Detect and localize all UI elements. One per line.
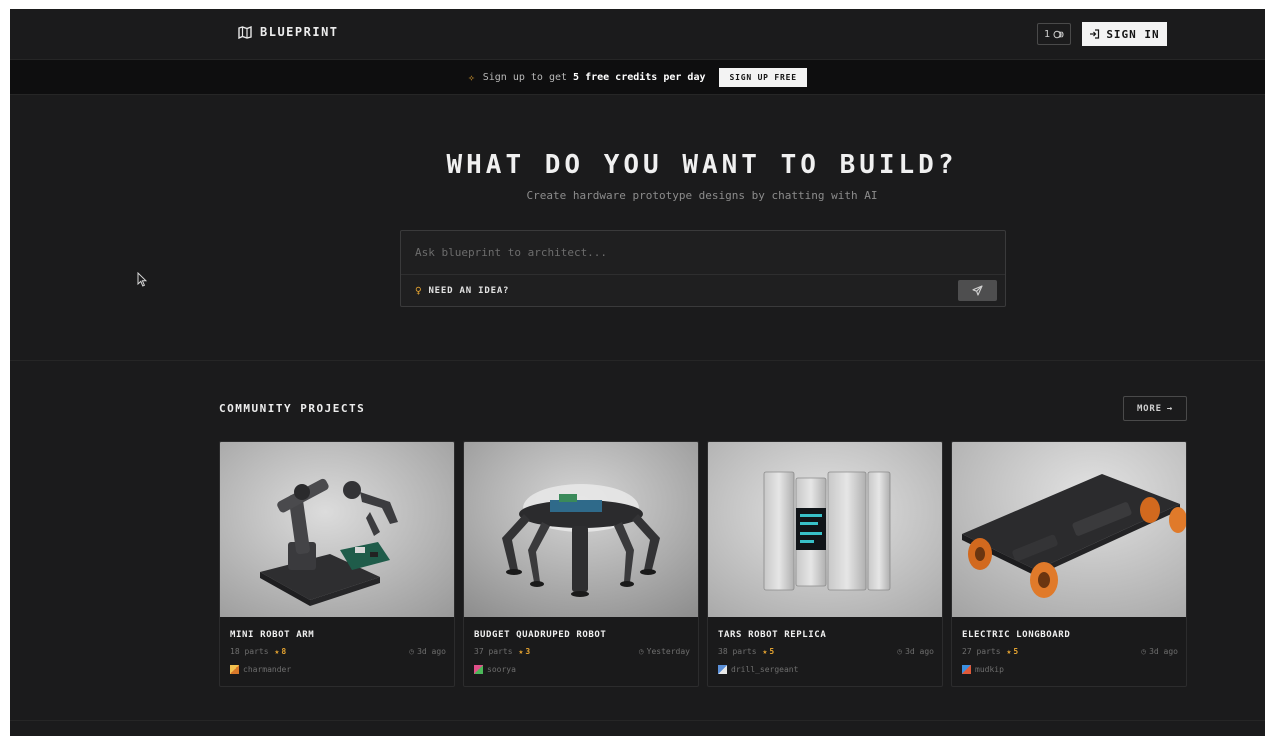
author-name: mudkip — [975, 665, 1004, 674]
project-time-text: Yesterday — [646, 647, 690, 656]
promo-banner: ✧ Sign up to get 5 free credits per day … — [10, 59, 1265, 95]
credits-count: 1 — [1044, 28, 1051, 40]
arrow-right-icon: → — [1166, 403, 1174, 414]
star-icon: ★ — [518, 647, 524, 656]
lightbulb-icon: ♀ — [415, 284, 423, 297]
project-time-text: 3d ago — [1149, 647, 1178, 656]
top-nav: BLUEPRINT 1 SIGN IN — [10, 9, 1265, 59]
star-icon: ★ — [1006, 647, 1012, 656]
project-time-text: 3d ago — [417, 647, 446, 656]
sign-up-free-button[interactable]: SIGN UP FREE — [719, 67, 807, 87]
project-time: ◷ 3d ago — [409, 647, 446, 656]
blueprint-map-icon — [238, 25, 252, 39]
project-card[interactable]: MINI ROBOT ARM 18 parts ★ 8 ◷ 3d ago cha… — [219, 441, 455, 687]
author-name: drill_sergeant — [731, 665, 799, 674]
project-parts: 37 parts — [474, 647, 513, 656]
project-time: ◷ 3d ago — [1141, 647, 1178, 656]
app-frame: BLUEPRINT 1 SIGN IN ✧ Sign up to get 5 f… — [10, 9, 1265, 736]
more-label: MORE — [1136, 403, 1162, 414]
sign-in-button[interactable]: SIGN IN — [1082, 22, 1167, 46]
community-projects-title: COMMUNITY PROJECTS — [219, 402, 366, 415]
project-author[interactable]: mudkip — [962, 665, 1004, 674]
avatar — [962, 665, 971, 674]
project-card[interactable]: BUDGET QUADRUPED ROBOT 37 parts ★ 3 ◷ Ye… — [463, 441, 699, 687]
author-name: charmander — [243, 665, 292, 674]
project-time-text: 3d ago — [905, 647, 934, 656]
clock-icon: ◷ — [638, 647, 644, 656]
brand-name: BLUEPRINT — [260, 25, 339, 39]
clock-icon: ◷ — [409, 647, 415, 656]
avatar — [474, 665, 483, 674]
prompt-box: ♀ NEED AN IDEA? — [400, 230, 1006, 307]
project-title: ELECTRIC LONGBOARD — [962, 630, 1071, 640]
project-card[interactable]: ELECTRIC LONGBOARD 27 parts ★ 5 ◷ 3d ago… — [951, 441, 1187, 687]
project-card[interactable]: TARS ROBOT REPLICA 38 parts ★ 5 ◷ 3d ago… — [707, 441, 943, 687]
login-icon — [1090, 29, 1100, 39]
project-title: BUDGET QUADRUPED ROBOT — [474, 630, 607, 640]
project-meta: 27 parts ★ 5 ◷ 3d ago — [962, 647, 1178, 656]
project-title: MINI ROBOT ARM — [230, 630, 315, 640]
sign-in-label: SIGN IN — [1106, 27, 1160, 41]
coins-icon — [1053, 30, 1064, 38]
more-projects-button[interactable]: MORE → — [1123, 396, 1187, 421]
star-icon: ★ — [274, 647, 280, 656]
clock-icon: ◷ — [1141, 647, 1147, 656]
quadruped-robot-thumbnail — [464, 442, 698, 617]
footer-divider — [10, 720, 1265, 721]
project-time: ◷ Yesterday — [639, 647, 690, 656]
brand-logo[interactable]: BLUEPRINT — [238, 25, 339, 39]
sparkle-icon: ✧ — [468, 70, 475, 84]
credits-indicator[interactable]: 1 — [1037, 23, 1072, 45]
hero-title: WHAT DO YOU WANT TO BUILD? — [446, 150, 958, 180]
hero-subtitle: Create hardware prototype designs by cha… — [526, 189, 878, 202]
clock-icon: ◷ — [897, 647, 903, 656]
tars-robot-thumbnail — [708, 442, 942, 617]
prompt-input[interactable] — [401, 231, 1005, 275]
avatar — [718, 665, 727, 674]
author-name: soorya — [487, 665, 516, 674]
project-time: ◷ 3d ago — [897, 647, 934, 656]
project-parts: 27 parts — [962, 647, 1001, 656]
section-divider — [10, 360, 1265, 361]
project-author[interactable]: charmander — [230, 665, 291, 674]
project-title: TARS ROBOT REPLICA — [718, 630, 827, 640]
project-author[interactable]: drill_sergeant — [718, 665, 798, 674]
banner-text: Sign up to get — [482, 71, 568, 83]
project-meta: 38 parts ★ 5 ◷ 3d ago — [718, 647, 934, 656]
send-button[interactable] — [958, 280, 997, 301]
avatar — [230, 665, 239, 674]
project-rating: 3 — [525, 647, 531, 656]
robot-arm-thumbnail — [220, 442, 454, 617]
mouse-cursor-icon — [137, 272, 147, 287]
project-rating: 5 — [769, 647, 775, 656]
project-parts: 38 parts — [718, 647, 757, 656]
project-meta: 18 parts ★ 8 ◷ 3d ago — [230, 647, 446, 656]
project-meta: 37 parts ★ 3 ◷ Yesterday — [474, 647, 690, 656]
project-rating: 8 — [281, 647, 287, 656]
banner-highlight: 5 free credits per day — [573, 71, 706, 83]
electric-longboard-thumbnail — [952, 442, 1186, 617]
send-icon — [972, 285, 983, 296]
project-cards: MINI ROBOT ARM 18 parts ★ 8 ◷ 3d ago cha… — [219, 441, 1187, 687]
need-idea-button[interactable]: ♀ NEED AN IDEA? — [415, 284, 509, 297]
project-parts: 18 parts — [230, 647, 269, 656]
project-author[interactable]: soorya — [474, 665, 516, 674]
need-idea-label: NEED AN IDEA? — [428, 285, 510, 296]
star-icon: ★ — [762, 647, 768, 656]
project-rating: 5 — [1013, 647, 1019, 656]
